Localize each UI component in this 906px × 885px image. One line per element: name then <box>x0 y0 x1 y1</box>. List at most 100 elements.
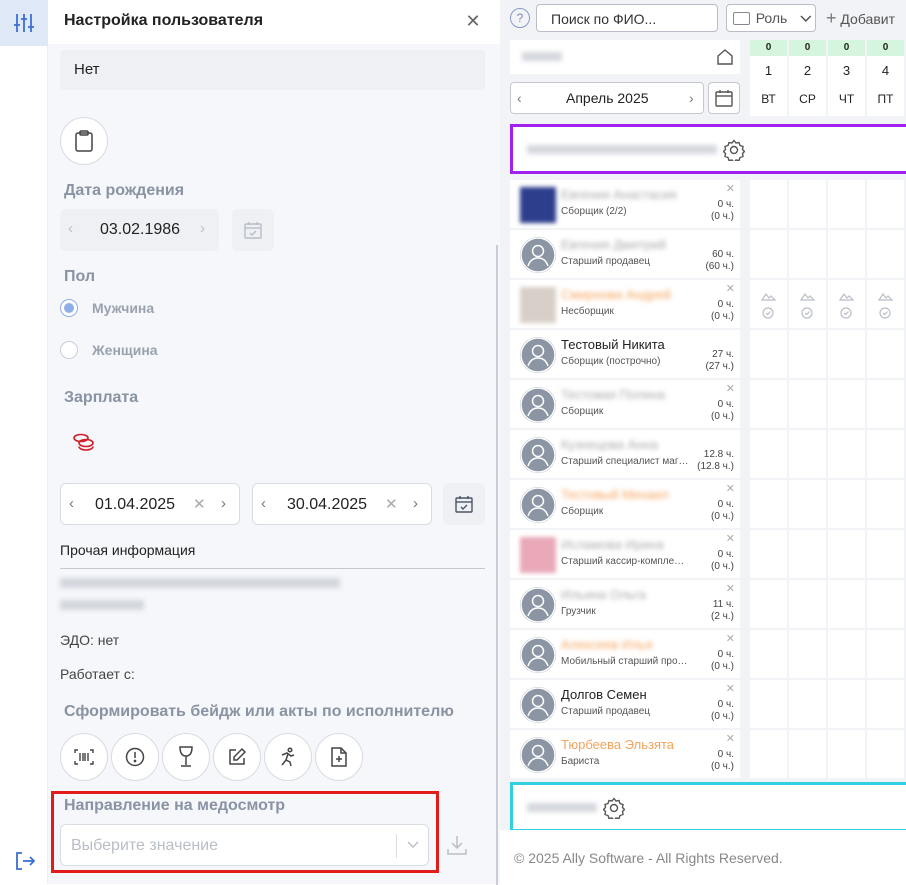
schedule-cell[interactable] <box>789 530 826 578</box>
schedule-cell[interactable] <box>750 430 787 478</box>
schedule-cell[interactable] <box>867 630 904 678</box>
add-button[interactable]: + Добавит <box>826 8 895 29</box>
edit-button[interactable] <box>213 733 261 781</box>
schedule-cell[interactable] <box>750 330 787 378</box>
next-icon[interactable]: › <box>413 495 418 512</box>
employee-name[interactable]: Тестовый Никита <box>561 337 665 352</box>
schedule-cell[interactable] <box>828 530 865 578</box>
prev-icon[interactable]: ‹ <box>68 220 73 237</box>
employee-name[interactable]: Долгов Семен <box>561 687 647 702</box>
schedule-cell[interactable] <box>750 580 787 628</box>
schedule-cell[interactable] <box>828 480 865 528</box>
employee-name[interactable]: Исламова Ирина <box>561 537 664 552</box>
employee-row[interactable]: Евгения Дмитрий Старший продавец 60 ч. (60 … <box>510 230 740 278</box>
schedule-cell[interactable] <box>867 530 904 578</box>
prev-icon[interactable]: ‹ <box>261 495 266 512</box>
barcode-button[interactable] <box>60 733 108 781</box>
logout-button[interactable] <box>14 850 36 872</box>
settings-tab[interactable] <box>0 0 48 46</box>
day-column[interactable]: 0 1 ВТ <box>750 40 787 116</box>
employee-row[interactable]: Евгения Анастасия Сборщик (2/2) 0 ч. (0 ч.)… <box>510 180 740 228</box>
next-icon[interactable]: › <box>200 220 205 237</box>
schedule-cell[interactable] <box>750 680 787 728</box>
employee-name[interactable]: Алексеев Илья <box>561 637 653 652</box>
employee-row[interactable]: Исламова Ирина Старший кассир-компле… 0 ч.… <box>510 530 740 578</box>
employee-name[interactable]: Тестовая Полина <box>561 387 665 402</box>
schedule-cell[interactable] <box>789 680 826 728</box>
schedule-cell[interactable] <box>789 230 826 278</box>
schedule-cell[interactable] <box>789 480 826 528</box>
next-icon[interactable]: › <box>221 495 226 512</box>
role-select[interactable]: Роль <box>726 4 816 32</box>
schedule-cell[interactable] <box>789 580 826 628</box>
prev-icon[interactable]: ‹ <box>69 495 74 512</box>
schedule-cell[interactable] <box>867 680 904 728</box>
schedule-cell[interactable] <box>789 280 826 328</box>
birth-date-picker[interactable]: ‹ 03.02.1986 › <box>60 209 219 251</box>
schedule-cell[interactable] <box>828 630 865 678</box>
schedule-cell[interactable] <box>828 330 865 378</box>
remove-icon[interactable]: ✕ <box>726 282 735 295</box>
home-icon[interactable] <box>716 48 734 66</box>
remove-icon[interactable]: ✕ <box>726 632 735 645</box>
day-column[interactable]: 0 3 ЧТ <box>828 40 865 116</box>
schedule-cell[interactable] <box>828 680 865 728</box>
date-from-picker[interactable]: ‹ 01.04.2025 ✕ › <box>60 483 240 525</box>
gear-icon[interactable] <box>723 139 745 161</box>
employee-name[interactable]: Ильина Ольга <box>561 587 646 602</box>
employee-row[interactable]: Кузнецова Анна Старший специалист маг… 12.… <box>510 430 740 478</box>
gender-female-radio[interactable]: Женщина <box>60 341 158 359</box>
search-input[interactable]: Поиск по ФИО... <box>536 4 718 32</box>
remove-icon[interactable]: ✕ <box>726 482 735 495</box>
medical-select[interactable]: Выберите значение <box>60 824 429 866</box>
prev-month-icon[interactable]: ‹ <box>517 90 522 106</box>
gear-icon[interactable] <box>603 797 625 819</box>
employee-row[interactable]: Ильина Ольга Грузчик 11 ч. (2 ч.) ✕ <box>510 580 740 628</box>
department-group[interactable] <box>510 782 906 832</box>
birth-calendar-button[interactable] <box>232 209 274 251</box>
employee-name[interactable]: Тюрбеева Эльзята <box>561 737 674 752</box>
gender-male-radio[interactable]: Мужчина <box>60 299 154 317</box>
employee-name[interactable]: Смирнова Андрей <box>561 287 671 302</box>
schedule-cell[interactable] <box>828 730 865 778</box>
next-month-icon[interactable]: › <box>689 90 694 106</box>
clipboard-button[interactable] <box>60 117 108 165</box>
employee-row[interactable]: Алексеев Илья Мобильный старший про… 0 ч.(… <box>510 630 740 678</box>
download-icon[interactable] <box>446 834 468 856</box>
close-icon[interactable]: ✕ <box>464 12 482 30</box>
schedule-cell[interactable] <box>750 180 787 228</box>
employee-name[interactable]: Евгения Анастасия <box>561 187 677 202</box>
schedule-cell[interactable] <box>828 430 865 478</box>
day-column[interactable]: 0 2 СР <box>789 40 826 116</box>
panel-scrollbar[interactable] <box>496 245 498 885</box>
employee-name[interactable]: Кузнецова Анна <box>561 437 658 452</box>
add-document-button[interactable] <box>315 733 363 781</box>
employee-row[interactable]: Смирнова Андрей Несборщик 0 ч. (0 ч.) ✕ <box>510 280 740 328</box>
remove-icon[interactable]: ✕ <box>726 182 735 195</box>
schedule-cell[interactable] <box>789 730 826 778</box>
schedule-cell[interactable] <box>750 630 787 678</box>
warning-button[interactable] <box>111 733 159 781</box>
employee-name[interactable]: Тестовый Михаил <box>561 487 669 502</box>
clear-icon[interactable]: ✕ <box>385 495 398 513</box>
schedule-cell[interactable] <box>828 280 865 328</box>
schedule-cell[interactable] <box>828 580 865 628</box>
department-group[interactable] <box>510 124 906 174</box>
schedule-cell[interactable] <box>789 180 826 228</box>
note-field[interactable]: Нет <box>60 50 485 90</box>
employee-row[interactable]: Тестовая Полина Сборщик 0 ч. (0 ч.) ✕ <box>510 380 740 428</box>
schedule-cell[interactable] <box>867 330 904 378</box>
employee-row[interactable]: Долгов Семен Старший продавец 0 ч. (0 ч.) ✕ <box>510 680 740 728</box>
schedule-cell[interactable] <box>828 180 865 228</box>
schedule-cell[interactable] <box>750 530 787 578</box>
schedule-cell[interactable] <box>789 380 826 428</box>
schedule-cell[interactable] <box>867 480 904 528</box>
schedule-cell[interactable] <box>750 230 787 278</box>
schedule-cell[interactable] <box>867 730 904 778</box>
remove-icon[interactable]: ✕ <box>726 732 735 745</box>
schedule-cell[interactable] <box>750 380 787 428</box>
remove-icon[interactable]: ✕ <box>726 682 735 695</box>
day-column[interactable]: 0 4 ПТ <box>867 40 904 116</box>
employee-row[interactable]: Тюрбеева Эльзята Бариста 0 ч. (0 ч.) ✕ <box>510 730 740 778</box>
date-to-picker[interactable]: ‹ 30.04.2025 ✕ › <box>252 483 432 525</box>
